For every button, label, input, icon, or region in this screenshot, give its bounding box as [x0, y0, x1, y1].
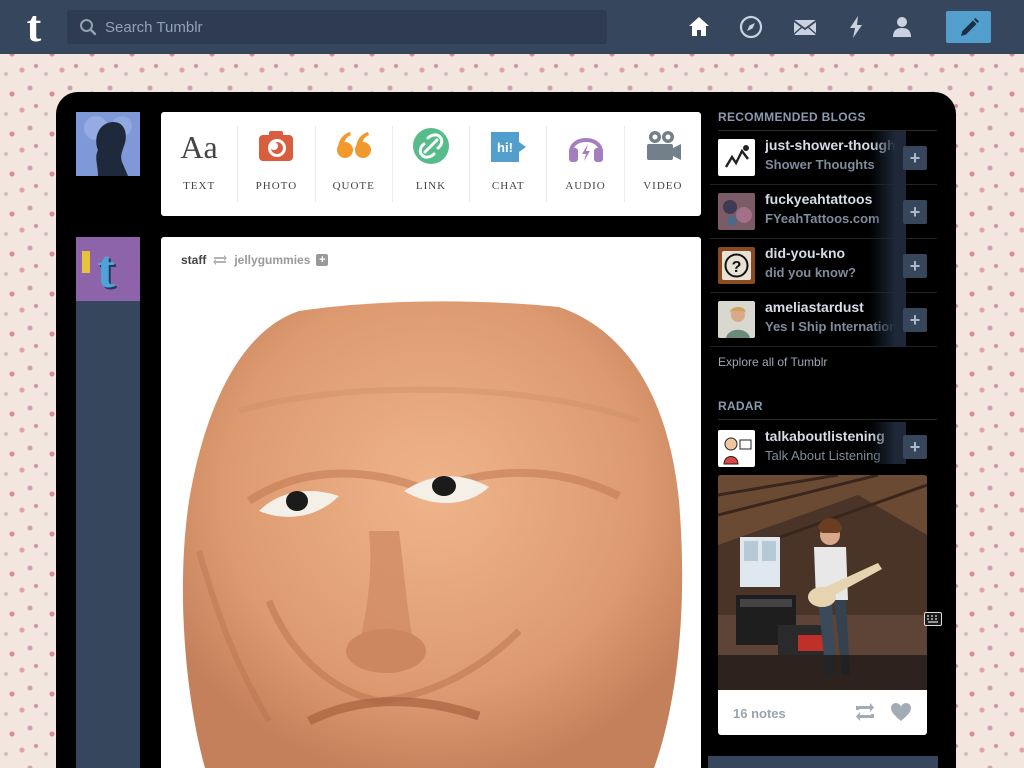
link-icon — [412, 128, 449, 164]
svg-text:?: ? — [732, 259, 742, 276]
tumblr-logo[interactable]: t — [16, 5, 52, 49]
blog-avatar[interactable] — [718, 193, 755, 230]
reblog-icon — [213, 255, 228, 265]
blog-avatar[interactable] — [718, 301, 755, 338]
recommended-blog-row[interactable]: ameliastardust Yes I Ship International … — [710, 293, 937, 347]
name-fade-overlay — [870, 131, 906, 185]
follow-button[interactable]: + — [903, 146, 927, 170]
post-type-text[interactable]: Aa TEXT — [161, 126, 239, 202]
post-photo-face-image[interactable] — [179, 301, 684, 768]
explore-all-link[interactable]: Explore all of Tumblr — [718, 355, 827, 369]
sidebar-bottom-bar — [708, 756, 938, 768]
post-type-label: QUOTE — [332, 180, 375, 192]
inbox-icon[interactable] — [792, 14, 818, 40]
post-type-photo[interactable]: PHOTO — [238, 126, 316, 202]
post-type-quote[interactable]: QUOTE — [316, 126, 393, 202]
name-fade-overlay — [870, 239, 906, 293]
name-fade-overlay — [870, 422, 906, 464]
quote-icon — [336, 132, 371, 158]
video-camera-icon — [646, 131, 681, 160]
activity-icon[interactable] — [843, 14, 869, 40]
tattoo-avatar-image — [718, 193, 755, 230]
radar-photo-guitarist-image[interactable] — [718, 475, 927, 690]
name-fade-overlay — [870, 185, 906, 239]
search-box[interactable] — [67, 10, 607, 44]
post-type-label: CHAT — [491, 180, 525, 192]
svg-text:Aa: Aa — [180, 129, 217, 165]
radar-blog-row[interactable]: talkaboutlistening Talk About Listening … — [710, 422, 937, 472]
post-type-chat[interactable]: hi! CHAT — [470, 126, 548, 202]
pencil-icon — [961, 18, 979, 36]
radar-post-footer: 16 notes — [718, 690, 927, 735]
blog-avatar[interactable] — [718, 430, 755, 467]
follow-plus-icon[interactable]: + — [316, 254, 329, 266]
recommended-blogs-heading: RECOMMENDED BLOGS — [718, 110, 937, 131]
post-type-label: PHOTO — [255, 180, 298, 192]
notes-count[interactable]: 16 notes — [733, 706, 786, 721]
camera-icon — [259, 131, 294, 161]
top-navigation-bar: t — [0, 0, 1024, 54]
portrait-avatar-image — [718, 301, 755, 338]
svg-text:t: t — [97, 239, 115, 299]
post-type-label: VIDEO — [643, 180, 683, 192]
follow-button[interactable]: + — [903, 200, 927, 224]
home-icon[interactable] — [686, 14, 712, 40]
shower-thoughts-avatar-image — [718, 139, 755, 176]
name-fade-overlay — [870, 293, 906, 347]
silhouette-avatar-image — [76, 112, 140, 176]
svg-text:hi!: hi! — [497, 140, 513, 155]
follow-button[interactable]: + — [903, 254, 927, 278]
recommended-blog-row[interactable]: ? did-you-kno did you know? + — [710, 239, 937, 293]
chat-icon: hi! — [491, 132, 527, 162]
radar-heading: RADAR — [718, 399, 937, 420]
keyboard-shortcuts-icon[interactable] — [924, 612, 942, 626]
cartoon-avatar-image — [718, 430, 755, 467]
compose-button[interactable] — [946, 11, 991, 43]
recommended-blog-row[interactable]: just-shower-thoughts Shower Thoughts + — [710, 131, 937, 185]
tumblr-t-avatar-image: t t — [76, 237, 140, 301]
blog-avatar[interactable] — [718, 139, 755, 176]
account-icon[interactable] — [889, 14, 915, 40]
post-type-selector: Aa TEXT PHOTO QUOTE LINK hi! CHAT AUDIO … — [161, 112, 701, 216]
text-icon: Aa — [180, 129, 217, 165]
post-type-label: AUDIO — [565, 180, 606, 192]
post-left-rail — [76, 301, 140, 768]
post-type-label: TEXT — [183, 180, 216, 192]
post-type-audio[interactable]: AUDIO — [547, 126, 625, 202]
question-mark-avatar-image: ? — [718, 247, 755, 284]
my-avatar[interactable] — [76, 112, 140, 176]
reblogged-from-link[interactable]: jellygummies — [234, 253, 310, 267]
staff-avatar[interactable]: t t — [76, 237, 140, 301]
post-type-label: LINK — [415, 180, 447, 192]
dashboard-post: staff jellygummies + — [161, 237, 701, 768]
radar-post-card: 16 notes — [718, 475, 927, 735]
explore-icon[interactable] — [738, 14, 764, 40]
post-type-link[interactable]: LINK — [393, 126, 471, 202]
reblog-icon[interactable] — [854, 702, 876, 722]
post-type-video[interactable]: VIDEO — [625, 126, 701, 202]
headphones-icon — [568, 138, 603, 162]
search-input[interactable] — [105, 10, 600, 44]
post-header: staff jellygummies + — [181, 253, 329, 267]
recommended-blog-row[interactable]: fuckyeahtattoos FYeahTattoos.com + — [710, 185, 937, 239]
follow-button[interactable]: + — [903, 435, 927, 459]
heart-icon[interactable] — [890, 702, 912, 722]
post-author-link[interactable]: staff — [181, 253, 206, 267]
search-icon — [80, 19, 97, 36]
blog-avatar[interactable]: ? — [718, 247, 755, 284]
follow-button[interactable]: + — [903, 308, 927, 332]
